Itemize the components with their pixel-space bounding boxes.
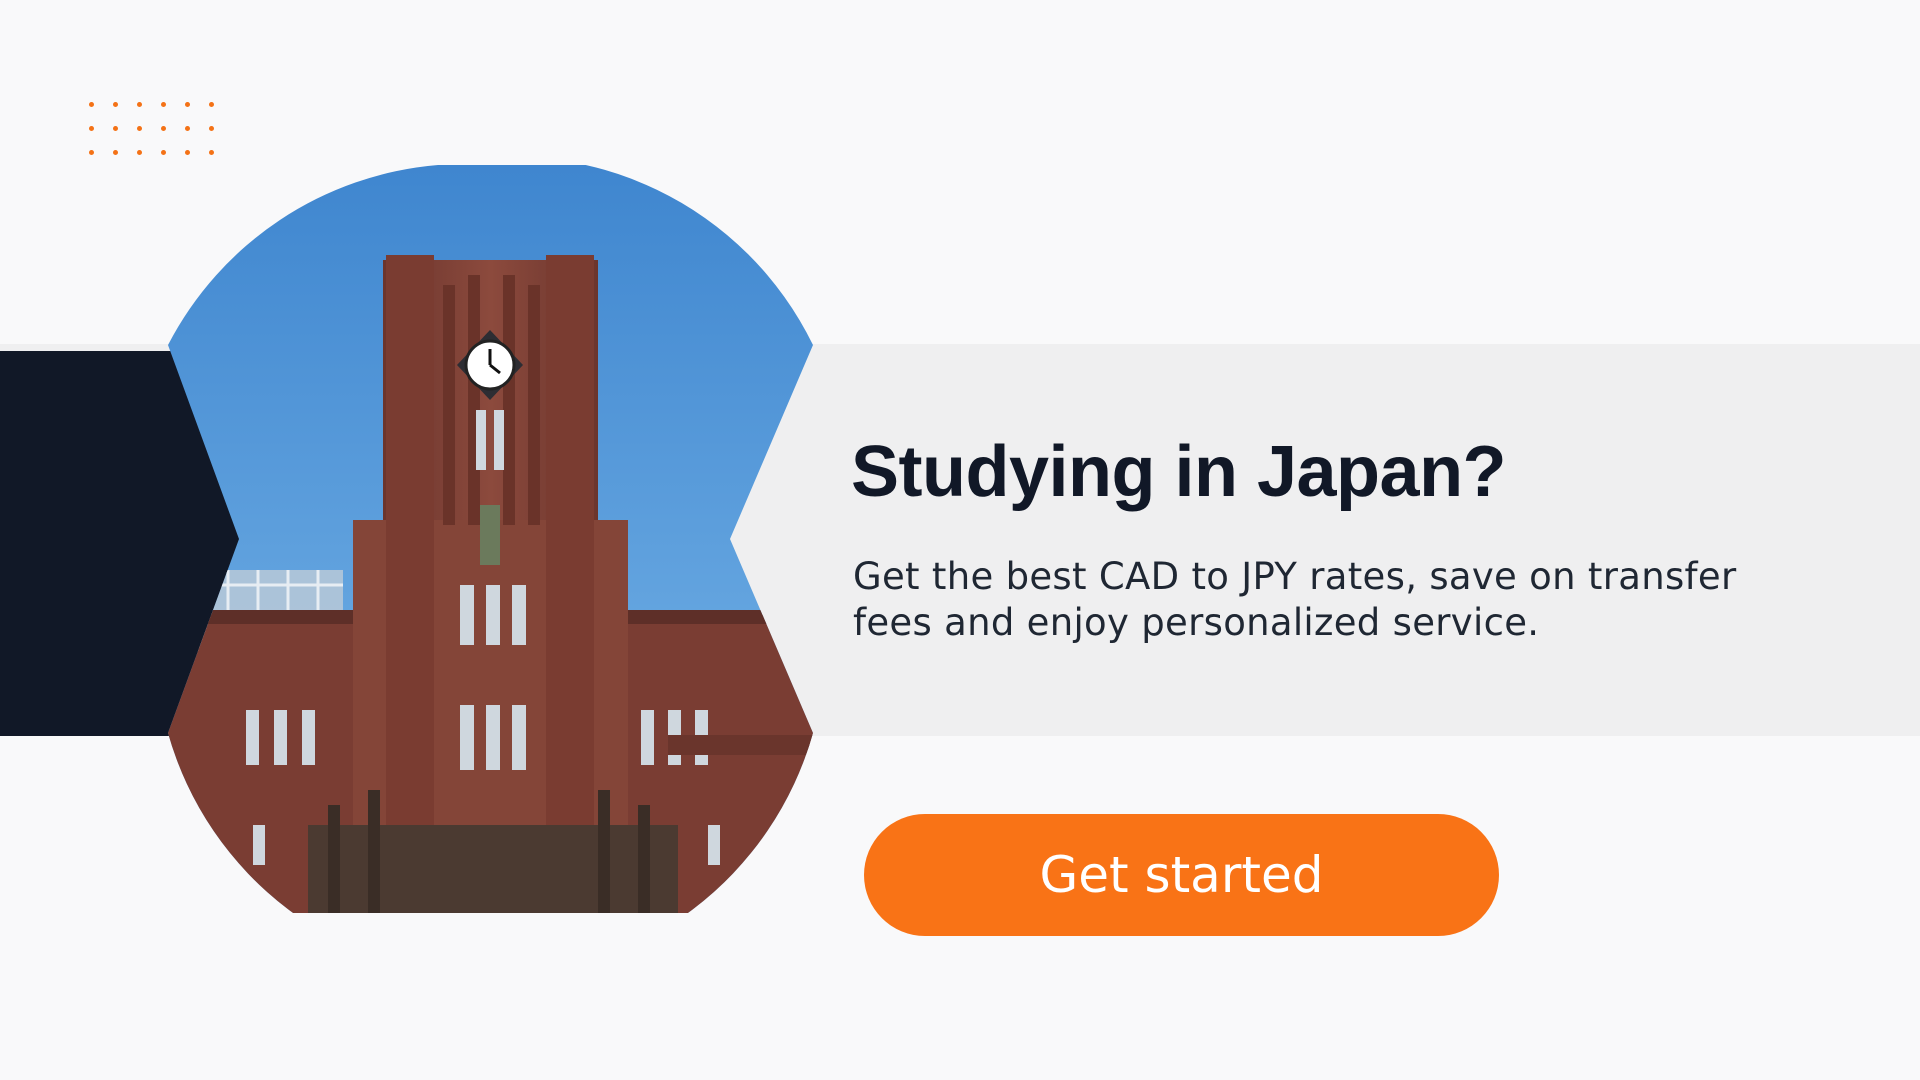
hero-subtext: Get the best CAD to JPY rates, save on t…: [853, 555, 1737, 644]
get-started-button[interactable]: Get started: [864, 814, 1499, 936]
university-clock-tower-photo: [168, 165, 813, 913]
page-title: Studying in Japan?: [851, 432, 1507, 512]
dot-grid-icon: [89, 102, 229, 162]
